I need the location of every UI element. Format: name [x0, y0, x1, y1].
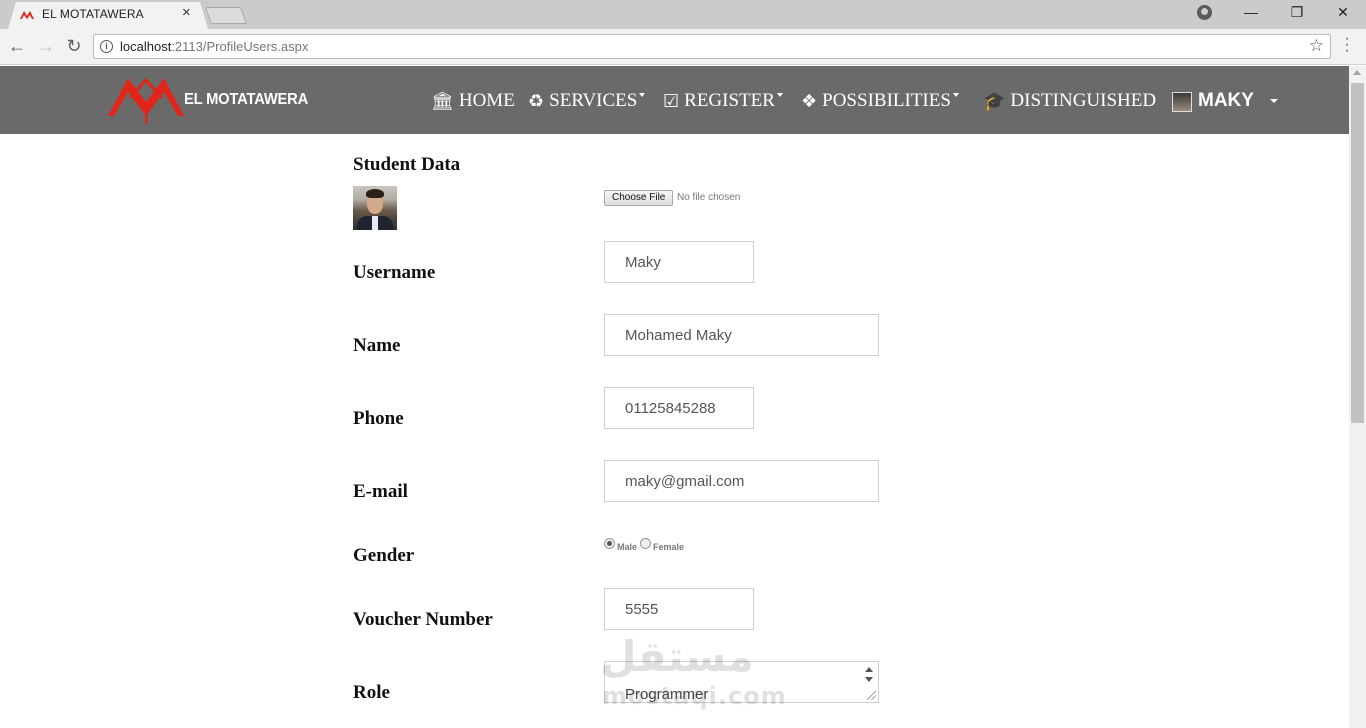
chevron-down-icon	[639, 93, 646, 97]
gender-male-label[interactable]: Male	[617, 542, 637, 552]
browser-menu-icon[interactable]: · · ·	[1342, 31, 1352, 59]
new-tab-button[interactable]	[204, 7, 248, 24]
gender-label: Gender	[353, 545, 415, 566]
user-menu-name[interactable]: MAKY	[1198, 90, 1254, 112]
role-value: Programmer	[625, 686, 709, 703]
nav-item-label: SERVICES	[549, 90, 638, 111]
bank-icon: 🏛	[431, 90, 454, 112]
nav-item-services[interactable]: ♻ SERVICES	[528, 90, 646, 112]
choose-file-button[interactable]: Choose File	[604, 190, 674, 206]
chevron-down-icon[interactable]	[1270, 99, 1278, 103]
phone-input[interactable]: 01125845288	[604, 387, 754, 429]
resize-handle-icon[interactable]	[867, 691, 876, 700]
nav-item-label: HOME	[458, 90, 515, 111]
voucher-label: Voucher Number	[353, 609, 493, 630]
url-text: localhost:2113/ProfileUsers.aspx	[120, 39, 309, 54]
scrollbar-thumb[interactable]	[1351, 83, 1364, 423]
chevron-down-icon	[776, 93, 783, 97]
textarea-spin-control[interactable]	[862, 664, 876, 686]
nav-item-home[interactable]: 🏛 HOME	[431, 90, 515, 112]
reload-icon[interactable]: ↻	[63, 36, 85, 56]
forward-icon[interactable]: →	[35, 36, 57, 56]
back-icon[interactable]: ←	[6, 36, 28, 56]
graduation-cap-icon: 🎓	[983, 90, 1006, 112]
email-input[interactable]: maky@gmail.com	[604, 460, 879, 502]
page-scrollbar[interactable]	[1349, 66, 1366, 728]
nav-item-possibilities[interactable]: ❖ POSSIBILITIES	[801, 90, 959, 112]
gender-female-label[interactable]: Female	[653, 542, 684, 552]
tab-title: EL MOTATAWERA	[42, 7, 144, 21]
gender-male-radio[interactable]	[604, 538, 615, 549]
address-bar[interactable]: i localhost:2113/ProfileUsers.aspx ☆	[93, 34, 1331, 59]
close-window-icon[interactable]: ✕	[1320, 4, 1366, 21]
username-input[interactable]: Maky	[604, 241, 754, 283]
brand-name[interactable]: EL MOTATAWERA	[184, 91, 308, 109]
username-label: Username	[353, 262, 436, 283]
role-textarea[interactable]: Programmer	[604, 661, 879, 703]
email-label: E-mail	[353, 481, 408, 502]
profile-photo	[353, 186, 397, 230]
restore-icon[interactable]: ❐	[1274, 4, 1320, 21]
nav-item-distinguished[interactable]: 🎓 DISTINGUISHED	[983, 90, 1156, 112]
voucher-input[interactable]: 5555	[604, 588, 754, 630]
name-input[interactable]: Mohamed Maky	[604, 314, 879, 356]
site-favicon-icon	[20, 11, 34, 19]
chevron-down-icon	[952, 93, 959, 97]
page-title: Student Data	[353, 154, 461, 175]
nav-item-label: POSSIBILITIES	[822, 90, 951, 111]
recycle-icon: ♻	[528, 90, 545, 112]
scroll-up-icon[interactable]	[1353, 70, 1361, 75]
name-label: Name	[353, 335, 401, 356]
site-navbar: EL MOTATAWERA 🏛 HOME ♻ SERVICES ☑ REGIST…	[0, 66, 1349, 134]
gender-female-radio[interactable]	[640, 538, 651, 549]
info-icon[interactable]: i	[100, 40, 113, 53]
bookmark-star-icon[interactable]: ☆	[1309, 36, 1324, 56]
browser-tab-strip: EL MOTATAWERA × — ❐ ✕	[0, 0, 1366, 29]
brand-logo-icon[interactable]	[108, 72, 186, 126]
nav-item-label: DISTINGUISHED	[1010, 90, 1157, 111]
cubes-icon: ❖	[801, 90, 818, 112]
browser-profile-icon[interactable]	[1197, 5, 1212, 20]
check-square-icon: ☑	[663, 90, 680, 112]
tab-close-icon[interactable]: ×	[182, 4, 191, 21]
role-label: Role	[353, 682, 390, 703]
nav-item-register[interactable]: ☑ REGISTER	[663, 90, 783, 112]
avatar[interactable]	[1172, 92, 1192, 112]
nav-item-label: REGISTER	[684, 90, 775, 111]
minimize-icon[interactable]: —	[1228, 4, 1274, 20]
file-status: No file chosen	[677, 192, 741, 203]
phone-label: Phone	[353, 408, 404, 429]
browser-toolbar: ← → ↻ i localhost:2113/ProfileUsers.aspx…	[0, 29, 1366, 65]
